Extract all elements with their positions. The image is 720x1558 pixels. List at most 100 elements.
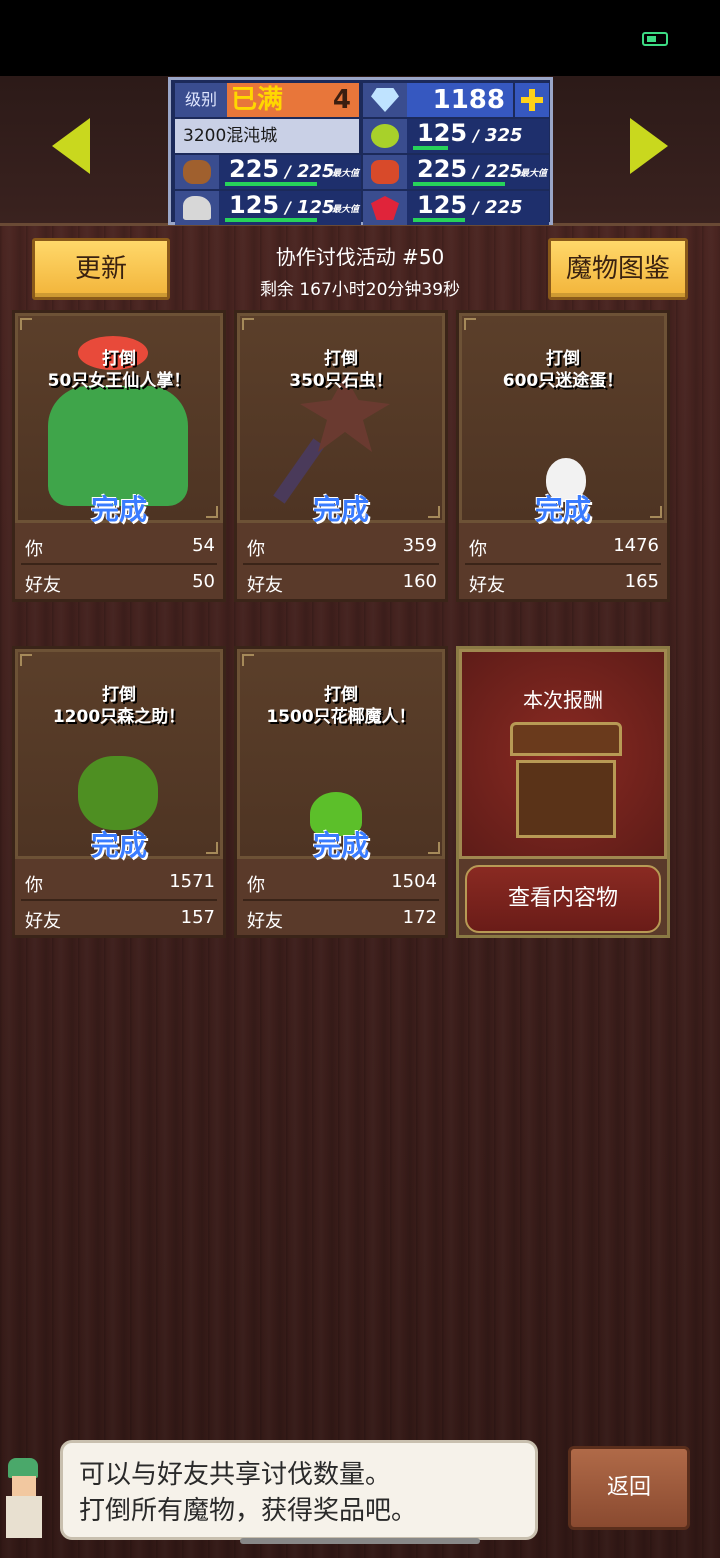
food-icon-cell [363,155,407,189]
row-divider [21,563,217,565]
food-value: 225 [417,155,468,183]
ruby-resource: 125/225 [407,191,549,225]
advisor-face [12,1476,36,1496]
view-contents-button[interactable]: 查看内容物 [465,865,661,933]
level-label: 级别 [175,83,227,117]
friend-label: 好友 [25,575,61,596]
quest-card-forest-bush[interactable]: 打倒 1200只森之助！ 完成 你 1571 好友 157 [12,646,226,938]
wood-bar [225,182,317,186]
quest-card-queen-cactus[interactable]: 打倒 50只女王仙人掌！ 完成 你 54 好友 50 [12,310,226,602]
you-label: 你 [25,539,43,560]
forest-bush-icon [78,756,158,830]
row-divider [243,899,439,901]
hint-line-2: 打倒所有魔物，获得奖品吧。 [79,1496,418,1526]
stone-icon-cell [175,191,219,225]
complete-label: 完成 [90,493,147,526]
hint-dialog: 可以与好友共享讨伐数量。 打倒所有魔物，获得奖品吧。 [60,1440,538,1540]
hint-line-1: 可以与好友共享讨伐数量。 [79,1460,392,1490]
monster-dex-button[interactable]: 魔物图鉴 [548,238,688,300]
grass-cap: 325 [484,125,523,146]
friend-count: 160 [402,571,437,592]
next-arrow-icon[interactable] [630,118,668,174]
event-timer: 剩余 167小时20分钟39秒 [259,280,461,300]
food-cap: 225 [484,161,523,182]
wood-max-label: 最大值 [331,169,359,179]
you-label: 你 [247,539,265,560]
you-row: 你 54 [25,535,215,561]
quest-target: 350只石虫！ [289,371,393,391]
quest-art: 打倒 350只石虫！ 完成 [237,313,445,526]
complete-label: 完成 [534,493,591,526]
wood-resource: 225/225 最大值 [219,155,361,189]
add-gems-plus-icon[interactable] [515,83,549,117]
grass-resource: 125/325 [407,119,549,153]
quest-card-lost-egg[interactable]: 打倒 600只迷途蛋！ 完成 你 1476 好友 165 [456,310,670,602]
treasure-chest-icon [510,722,622,840]
grass-value: 125 [417,119,468,147]
stone-max-label: 最大值 [331,205,359,215]
ruby-cap: 225 [484,197,523,218]
quest-target: 600只迷途蛋！ [502,371,624,391]
stone-icon [183,196,211,220]
you-label: 你 [247,875,265,896]
previous-arrow-icon[interactable] [52,118,90,174]
grass-icon [371,124,399,148]
wood-cap: 225 [296,161,335,182]
stone-resource: 125/125 最大值 [219,191,361,225]
row-divider [465,563,661,565]
friend-label: 好友 [469,575,505,596]
quest-art: 打倒 1200只森之助！ 完成 [15,649,223,862]
ruby-icon-cell [363,191,407,225]
battery-icon [642,32,668,46]
quest-card-stone-worm[interactable]: 打倒 350只石虫！ 完成 你 359 好友 160 [234,310,448,602]
advisor-portrait-icon [0,1446,58,1546]
ruby-bar [413,218,465,222]
friend-label: 好友 [247,911,283,932]
stone-value: 125 [229,191,280,219]
ruby-icon [371,196,399,220]
friend-label: 好友 [247,575,283,596]
food-icon [371,160,399,184]
chest-box [516,760,616,838]
quest-target: 1500只花椰魔人！ [266,707,416,727]
reward-card: 本次报酬 查看内容物 [456,646,670,938]
friend-label: 好友 [25,911,61,932]
diamond-icon [371,88,399,112]
friend-row: 好友 157 [25,907,215,933]
you-count: 359 [402,535,437,556]
friend-row: 好友 165 [469,571,659,597]
friend-row: 好友 50 [25,571,215,597]
gem-count: 1188 [407,83,513,117]
wood-icon-cell [175,155,219,189]
friend-count: 172 [402,907,437,928]
you-label: 你 [469,539,487,560]
wood-icon [183,160,211,184]
grass-icon-cell [363,119,407,153]
gem-icon-cell [363,83,407,117]
you-row: 你 1504 [247,871,437,897]
quest-art: 打倒 50只女王仙人掌！ 完成 [15,313,223,526]
stone-cap: 125 [296,197,335,218]
quest-target: 1200只森之助！ [52,707,186,727]
level-max-text: 已满 [231,85,284,115]
status-bar [0,0,720,76]
quest-art: 打倒 1500只花椰魔人！ 完成 [237,649,445,862]
food-bar [413,182,505,186]
reward-title: 本次报酬 [523,688,603,712]
row-divider [21,899,217,901]
quest-target: 50只女王仙人掌！ [47,371,191,391]
you-count: 54 [192,535,215,556]
complete-label: 完成 [90,829,147,862]
you-label: 你 [25,875,43,896]
home-indicator [240,1538,480,1544]
you-count: 1476 [613,535,659,556]
quest-card-broccoli[interactable]: 打倒 1500只花椰魔人！ 完成 你 1504 好友 172 [234,646,448,938]
friend-count: 165 [624,571,659,592]
quest-art: 打倒 600只迷途蛋！ 完成 [459,313,667,526]
chest-lid [510,722,622,756]
wood-value: 225 [229,155,280,183]
you-row: 你 359 [247,535,437,561]
back-button[interactable]: 返回 [568,1446,690,1530]
friend-count: 50 [192,571,215,592]
update-button[interactable]: 更新 [32,238,170,300]
